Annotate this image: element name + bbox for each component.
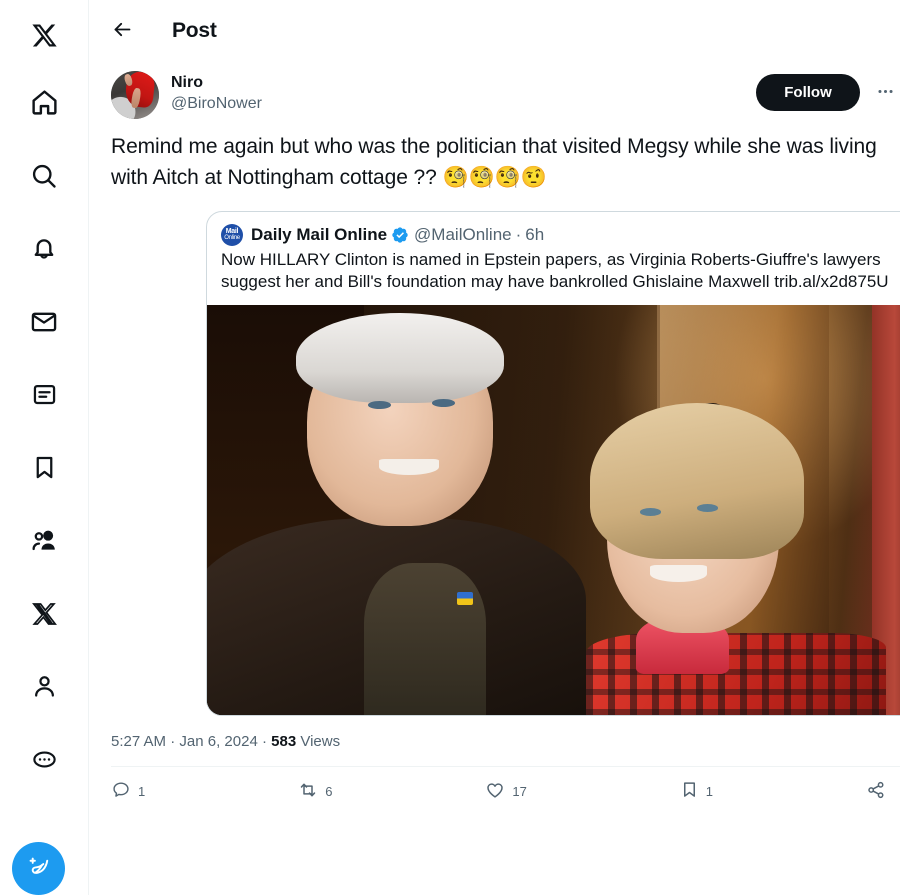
post-action-bar: 1 6 17 1 <box>89 767 900 815</box>
bookmark-icon <box>680 780 699 802</box>
sidebar-item-home[interactable] <box>0 66 88 139</box>
quoted-post-image[interactable] <box>207 305 900 715</box>
compose-feather-icon <box>26 854 52 883</box>
search-icon[interactable] <box>18 150 70 202</box>
like-count: 17 <box>512 783 527 799</box>
quoted-separator: · <box>515 225 522 244</box>
post-date: Jan 6, 2024 <box>179 733 258 750</box>
post-detail-column: Post Niro @BiroNower Follow Remind me ag… <box>89 0 900 895</box>
quoted-display-name[interactable]: Daily Mail Online <box>251 225 387 245</box>
quoted-handle: @MailOnline <box>414 225 512 244</box>
sidebar-nav-list <box>0 0 88 796</box>
reply-button[interactable]: 1 <box>111 780 145 803</box>
post-time: 5:27 AM <box>111 733 167 750</box>
reply-icon <box>111 780 131 803</box>
sidebar-item-communities[interactable] <box>0 504 88 577</box>
premium-x-icon[interactable] <box>18 588 70 640</box>
retweet-button[interactable]: 6 <box>298 780 332 803</box>
verified-badge-icon <box>391 226 409 244</box>
quoted-post-text: Now HILLARY Clinton is named in Epstein … <box>221 250 889 291</box>
heart-icon <box>485 780 505 803</box>
views-count: 583 <box>271 733 297 750</box>
page-header: Post <box>89 0 900 61</box>
sidebar-item-bookmarks[interactable] <box>0 431 88 504</box>
envelope-icon[interactable] <box>18 296 70 348</box>
arrow-left-icon <box>112 19 133 43</box>
quoted-timestamp: 6h <box>525 225 545 244</box>
sidebar-item-notifications[interactable] <box>0 212 88 285</box>
quoted-avatar[interactable]: Mail Online <box>221 224 243 246</box>
sidebar-item-profile[interactable] <box>0 650 88 723</box>
compose-post-button[interactable] <box>12 842 65 895</box>
sidebar-item-explore[interactable] <box>0 139 88 212</box>
author-handle: @BiroNower <box>171 95 262 112</box>
sidebar-item-more[interactable] <box>0 723 88 796</box>
sidebar-item-premium[interactable] <box>0 577 88 650</box>
share-icon <box>866 780 886 803</box>
reply-count: 1 <box>138 783 146 799</box>
post-body-text: Remind me again but who was the politici… <box>89 119 900 193</box>
back-button[interactable] <box>104 13 140 49</box>
list-icon[interactable] <box>18 369 70 421</box>
like-button[interactable]: 17 <box>485 780 527 803</box>
bookmark-icon[interactable] <box>18 442 70 494</box>
retweet-count: 6 <box>325 783 333 799</box>
meta-separator-2: · <box>257 733 272 750</box>
post-author-row: Niro @BiroNower Follow <box>89 61 900 119</box>
communities-icon[interactable] <box>18 515 70 567</box>
bell-icon[interactable] <box>18 223 70 275</box>
sidebar-item-messages[interactable] <box>0 285 88 358</box>
sidebar-item-lists[interactable] <box>0 358 88 431</box>
quoted-post-header: Mail Online Daily Mail Online @MailOnlin… <box>207 212 900 246</box>
page-title: Post <box>172 18 217 42</box>
quoted-post-card[interactable]: Mail Online Daily Mail Online @MailOnlin… <box>206 211 900 716</box>
bookmark-button[interactable]: 1 <box>680 780 713 802</box>
more-dots-icon[interactable] <box>18 734 70 786</box>
post-more-button[interactable] <box>868 75 900 110</box>
author-meta: Niro @BiroNower <box>171 71 756 114</box>
sidebar-item-x-logo[interactable] <box>0 4 88 66</box>
profile-icon[interactable] <box>18 661 70 713</box>
meta-separator-1: · <box>166 733 180 750</box>
more-dots-icon <box>876 82 895 104</box>
retweet-icon <box>298 780 318 803</box>
primary-sidebar <box>0 0 89 895</box>
post-metadata-line: 5:27 AM · Jan 6, 2024 · 583 Views <box>89 716 900 752</box>
home-icon[interactable] <box>18 77 70 129</box>
bookmark-count: 1 <box>705 783 714 799</box>
post-emoji-run: 🧐🧐🧐🤨 <box>442 165 547 189</box>
quoted-avatar-line2: Online <box>224 235 240 241</box>
avatar[interactable] <box>111 71 159 119</box>
author-display-name[interactable]: Niro <box>171 72 756 93</box>
x-app-window: Post Niro @BiroNower Follow Remind me ag… <box>0 0 900 895</box>
share-button[interactable] <box>866 780 893 803</box>
follow-button[interactable]: Follow <box>756 74 860 111</box>
views-label: Views <box>296 733 341 750</box>
x-logo-icon[interactable] <box>18 9 70 61</box>
